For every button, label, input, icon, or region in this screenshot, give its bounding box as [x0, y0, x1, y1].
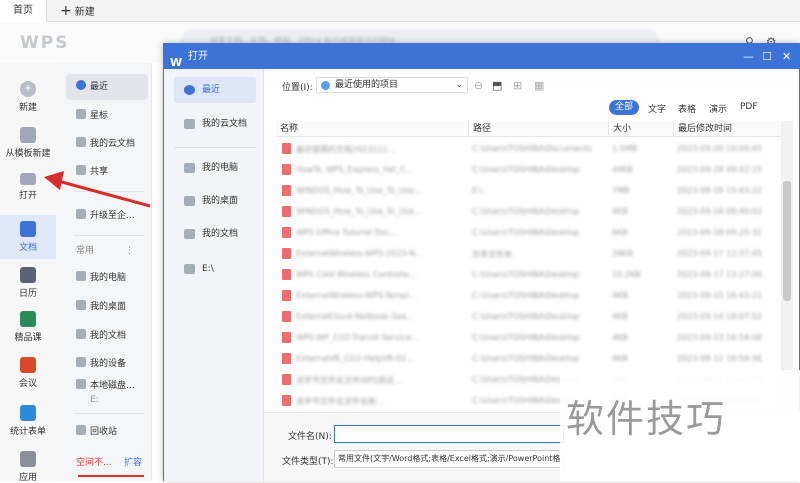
red-arrow: [44, 171, 151, 208]
